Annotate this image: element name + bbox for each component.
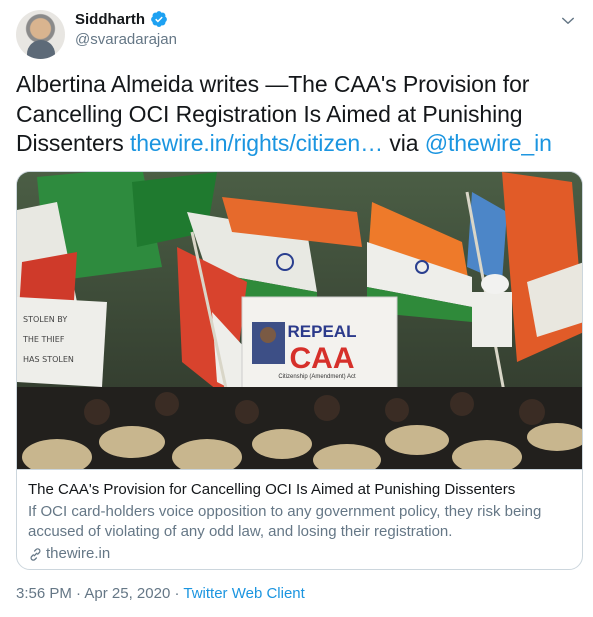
card-description: If OCI card-holders voice opposition to … bbox=[28, 503, 542, 540]
tweet-header: Siddharth @svaradarajan bbox=[16, 8, 577, 59]
chevron-down-icon[interactable] bbox=[559, 12, 577, 30]
author-name[interactable]: Siddharth bbox=[75, 11, 145, 28]
card-title[interactable]: The CAA's Provision for Cancelling OCI I… bbox=[28, 480, 571, 500]
author-name-row: Siddharth bbox=[75, 10, 177, 28]
placard-text: STOLEN BY bbox=[23, 315, 67, 324]
svg-text:HAS STOLEN: HAS STOLEN bbox=[23, 355, 74, 364]
tweet-date[interactable]: Apr 25, 2020 bbox=[84, 585, 170, 602]
tweet-time[interactable]: 3:56 PM bbox=[16, 585, 72, 602]
card-body: The CAA's Provision for Cancelling OCI I… bbox=[17, 469, 582, 564]
verified-badge-icon bbox=[151, 11, 167, 27]
protest-photo: STOLEN BY THE THIEF HAS STOLEN REPEAL CA… bbox=[17, 172, 582, 469]
tweet-client[interactable]: Twitter Web Client bbox=[183, 585, 304, 602]
sign-caption: Citizenship (Amendment) Act bbox=[278, 374, 356, 380]
via-label: via bbox=[389, 130, 419, 156]
author-block: Siddharth @svaradarajan bbox=[75, 10, 177, 49]
meta-separator-1: · bbox=[76, 585, 82, 602]
card-domain-text: thewire.in bbox=[46, 545, 111, 562]
sign-caa: CAA bbox=[290, 342, 355, 375]
card-domain: thewire.in bbox=[28, 544, 571, 564]
tweet-link[interactable]: thewire.in/rights/citizen… bbox=[130, 130, 383, 156]
author-handle[interactable]: @svaradarajan bbox=[75, 31, 177, 48]
tweet-text: Albertina Almeida writes —The CAA's Prov… bbox=[16, 70, 576, 159]
meta-separator-2: · bbox=[174, 585, 180, 602]
link-icon bbox=[30, 547, 41, 561]
link-card[interactable]: STOLEN BY THE THIEF HAS STOLEN REPEAL CA… bbox=[16, 171, 583, 570]
tweet-meta: 3:56 PM · Apr 25, 2020 · Twitter Web Cli… bbox=[16, 585, 305, 602]
card-image[interactable]: STOLEN BY THE THIEF HAS STOLEN REPEAL CA… bbox=[17, 172, 582, 469]
avatar[interactable] bbox=[16, 10, 65, 59]
mention-link[interactable]: @thewire_in bbox=[425, 130, 552, 156]
sign-repeal: REPEAL bbox=[288, 322, 357, 341]
svg-text:THE THIEF: THE THIEF bbox=[22, 335, 65, 344]
